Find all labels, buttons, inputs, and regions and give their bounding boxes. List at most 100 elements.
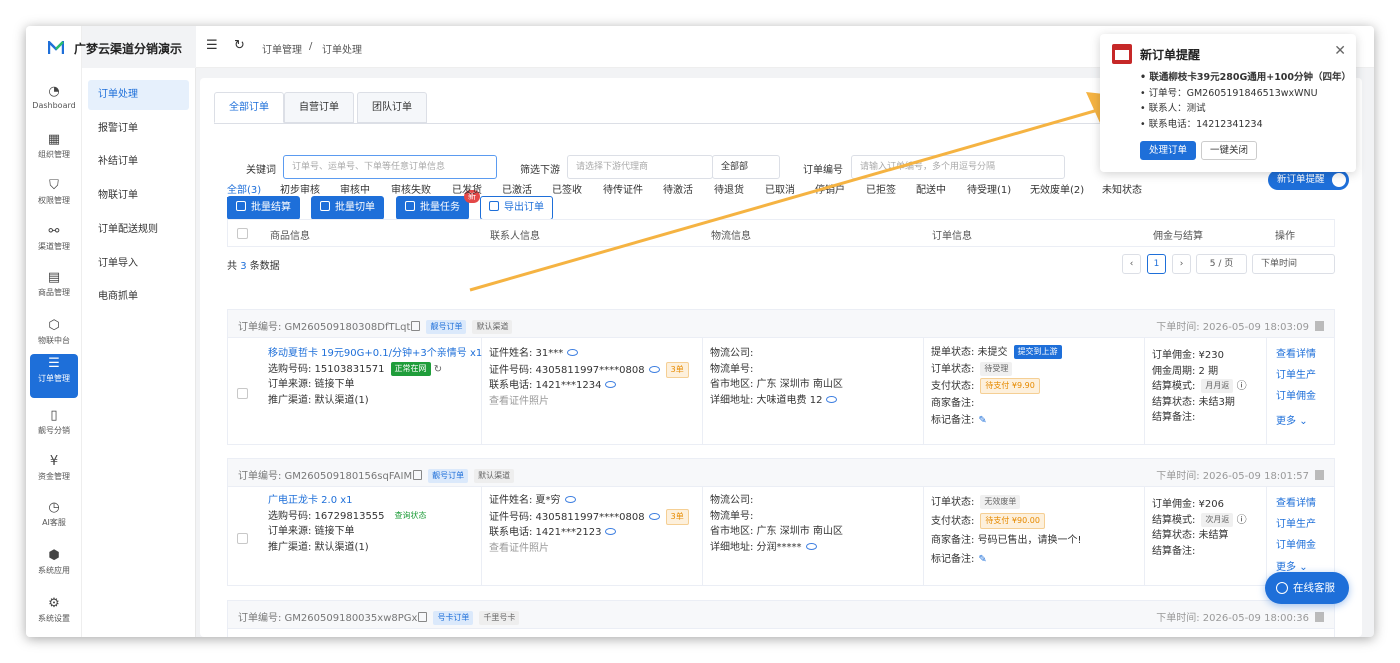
flag-icon[interactable] <box>1315 321 1324 331</box>
eye-icon[interactable] <box>648 512 660 520</box>
status-tab-3[interactable]: 审核中 <box>340 181 370 196</box>
more-menu[interactable]: 更多 ⌄ <box>1276 411 1308 432</box>
order-commission-link[interactable]: 订单佣金 <box>1276 535 1316 556</box>
submenu-item-4[interactable]: 物联订单 <box>88 181 189 211</box>
submenu-item-6[interactable]: 订单导入 <box>88 249 189 279</box>
rail-item-3[interactable]: ⛉ 权限管理 <box>30 176 78 216</box>
help-icon[interactable]: ⓘ <box>1237 381 1247 392</box>
rail-item-12[interactable]: ⚙ 系统设置 <box>30 594 78 634</box>
status-tab-16[interactable]: 无效废单(2) <box>1030 181 1084 196</box>
online-service-button[interactable]: 在线客服 <box>1265 572 1349 604</box>
tab-self-orders[interactable]: 自营订单 <box>284 92 354 123</box>
row-checkbox[interactable] <box>237 388 248 399</box>
page-1-button[interactable]: 1 <box>1147 254 1166 274</box>
query-status-link[interactable]: 查询状态 <box>391 509 431 523</box>
row-checkbox[interactable] <box>237 533 248 544</box>
collapse-menu-icon[interactable]: ☰ <box>206 38 218 53</box>
prev-page-button[interactable]: ‹ <box>1122 254 1141 274</box>
eye-icon[interactable] <box>564 496 576 503</box>
help-icon[interactable]: ⓘ <box>1237 515 1247 526</box>
eye-icon[interactable] <box>648 365 660 373</box>
order-no-input[interactable]: 请输入订单编号，多个用逗号分隔 <box>851 155 1065 179</box>
rail-item-10[interactable]: ◷ AI客服 <box>30 498 78 538</box>
status-tab-14[interactable]: 配送中 <box>916 181 946 196</box>
status-tab-6[interactable]: 已激活 <box>502 181 532 196</box>
submenu-item-3[interactable]: 补结订单 <box>88 147 189 177</box>
status-tab-12[interactable]: 停销户 <box>815 181 845 196</box>
status-tab-13[interactable]: 已拒签 <box>866 181 896 196</box>
eye-icon[interactable] <box>567 349 579 356</box>
rail-item-8[interactable]: ▯ 靓号分销 <box>30 406 78 446</box>
copy-icon[interactable] <box>418 612 428 622</box>
downstream-scope-select[interactable]: 全部部 <box>712 155 780 179</box>
new-order-alert-toggle[interactable]: 新订单提醒 <box>1268 170 1349 190</box>
submit-upstream-button[interactable]: 提交到上游 <box>1013 345 1062 359</box>
refresh-icon[interactable]: ↻ <box>234 38 245 53</box>
status-tab-4[interactable]: 审核失败 <box>391 181 431 196</box>
rail-item-5[interactable]: ▤ 商品管理 <box>30 268 78 308</box>
edit-icon[interactable]: ✎ <box>978 550 986 569</box>
view-id-photos-link[interactable]: 查看证件照片 <box>489 541 689 557</box>
status-tab-7[interactable]: 已签收 <box>552 181 582 196</box>
keyword-label: 关键词 <box>246 165 276 176</box>
rail-item-1[interactable]: ◔ Dashboard <box>30 82 78 122</box>
batch-settle-button[interactable]: 批量结算 <box>227 196 300 220</box>
view-detail-link[interactable]: 查看详情 <box>1276 344 1316 365</box>
flag-icon[interactable] <box>1315 612 1324 622</box>
close-all-button[interactable]: 一键关闭 <box>1201 141 1258 160</box>
submenu-item-5[interactable]: 订单配送规则 <box>88 215 189 245</box>
submenu-item-1[interactable]: 订单处理 <box>88 80 189 110</box>
copy-icon[interactable] <box>411 321 421 331</box>
page-size-select[interactable]: 5 / 页 <box>1196 254 1247 274</box>
rail-item-11[interactable]: ⬢ 系统应用 <box>30 546 78 586</box>
batch-cut-button[interactable]: 批量切单 <box>311 196 384 220</box>
order-type-tag: 靓号订单 <box>426 320 467 334</box>
rail-item-6[interactable]: ⬡ 物联中台 <box>30 316 78 356</box>
view-detail-link[interactable]: 查看详情 <box>1276 493 1316 514</box>
status-tab-17[interactable]: 未知状态 <box>1102 181 1142 196</box>
breadcrumb-orders[interactable]: 订单管理 <box>262 41 302 56</box>
tab-all-orders[interactable]: 全部订单 <box>214 92 284 123</box>
status-tab-15[interactable]: 待受理(1) <box>967 181 1011 196</box>
status-tab-2[interactable]: 初步审核 <box>280 181 320 196</box>
refresh-status-icon[interactable]: ↻ <box>434 364 442 375</box>
eye-icon[interactable] <box>605 528 617 535</box>
eye-off-icon[interactable] <box>826 395 838 403</box>
flag-icon[interactable] <box>1315 470 1324 480</box>
rail-item-label: 靓号分销 <box>38 426 70 435</box>
rail-item-9[interactable]: ¥ 资金管理 <box>30 452 78 492</box>
select-all-checkbox[interactable] <box>237 228 248 239</box>
tab-team-orders[interactable]: 团队订单 <box>357 92 427 123</box>
close-icon[interactable]: ✕ <box>1334 43 1346 59</box>
status-tab-11[interactable]: 已取消 <box>765 181 795 196</box>
submenu-item-2[interactable]: 报警订单 <box>88 114 189 144</box>
order-commission-link[interactable]: 订单佣金 <box>1276 386 1316 407</box>
eye-icon[interactable] <box>605 381 617 388</box>
batch-task-button[interactable]: 批量任务 <box>396 196 469 220</box>
rail-item-label: 渠道管理 <box>38 242 70 251</box>
order-production-link[interactable]: 订单生产 <box>1276 365 1316 386</box>
eye-icon[interactable] <box>805 542 817 550</box>
sort-select[interactable]: 下单时间 <box>1252 254 1335 274</box>
status-tab-10[interactable]: 待退货 <box>714 181 744 196</box>
handle-order-button[interactable]: 处理订单 <box>1140 141 1197 160</box>
product-link[interactable]: 移动夏哲卡 19元90G+0.1/分钟+3个亲情号 x1 <box>268 348 482 359</box>
copy-icon[interactable] <box>413 470 423 480</box>
status-tab-8[interactable]: 待传证件 <box>603 181 643 196</box>
order-production-link[interactable]: 订单生产 <box>1276 514 1316 535</box>
status-tab-1[interactable]: 全部(3) <box>227 181 261 196</box>
notification-title: 新订单提醒 <box>1140 48 1201 62</box>
edit-icon[interactable]: ✎ <box>978 412 986 429</box>
export-button[interactable]: 导出订单 <box>480 196 553 220</box>
submenu-item-7[interactable]: 电商抓单 <box>88 282 189 312</box>
keyword-input[interactable]: 订单号、运单号、下单等任意订单信息 <box>283 155 497 179</box>
rail-item-2[interactable]: ▦ 组织管理 <box>30 130 78 170</box>
next-page-button[interactable]: › <box>1172 254 1191 274</box>
rail-item-4[interactable]: ⚯ 渠道管理 <box>30 222 78 262</box>
status-tab-5[interactable]: 已发货 <box>452 181 482 196</box>
view-id-photos-link[interactable]: 查看证件照片 <box>489 394 689 410</box>
downstream-select[interactable]: 请选择下游代理商 <box>567 155 713 179</box>
rail-item-7[interactable]: ☰ 订单管理 <box>30 354 78 398</box>
status-tab-9[interactable]: 待激活 <box>663 181 693 196</box>
product-link[interactable]: 广电正龙卡 2.0 x1 <box>268 495 353 506</box>
